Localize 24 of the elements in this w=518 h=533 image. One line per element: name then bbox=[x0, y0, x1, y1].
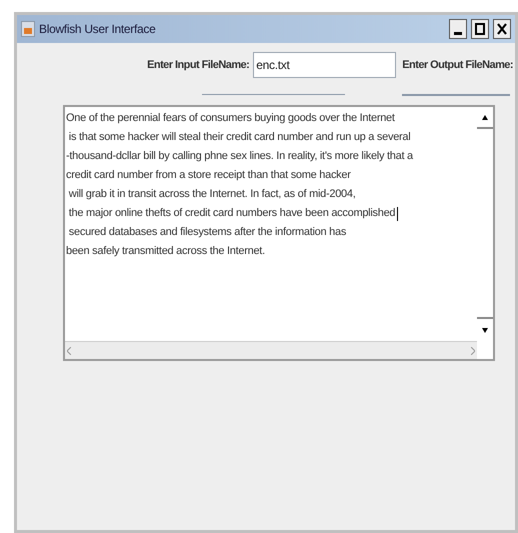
window-title: Blowfish User Interface bbox=[39, 21, 156, 38]
maximize-button[interactable] bbox=[471, 19, 489, 39]
input-filename-label: Enter Input FileName: bbox=[147, 58, 250, 73]
text-area[interactable] bbox=[63, 105, 495, 361]
close-icon bbox=[497, 23, 507, 35]
text-line: is that some hacker will steal their credit card number and run up a several bbox=[68, 130, 410, 146]
close-button[interactable] bbox=[493, 19, 511, 39]
up-arrow-icon bbox=[482, 114, 488, 120]
minimize-button[interactable] bbox=[449, 19, 467, 39]
scroll-up-button[interactable] bbox=[477, 107, 493, 129]
text-line: been safely transmitted across the Internet. bbox=[66, 244, 265, 260]
text-line: the major online thefts of credit card numbers have been accomplished bbox=[68, 206, 396, 222]
text-line: secured databases and filesystems after the information has bbox=[68, 225, 346, 240]
output-filename-label: Enter Output FileName: bbox=[402, 58, 513, 73]
vertical-scrollbar[interactable] bbox=[477, 107, 493, 341]
app-icon bbox=[21, 21, 35, 37]
down-arrow-icon bbox=[482, 328, 488, 332]
scroll-thumb[interactable] bbox=[477, 129, 493, 319]
text-line: credit card number from a store receipt than that some hacker bbox=[66, 168, 351, 184]
horizontal-scrollbar[interactable] bbox=[65, 341, 477, 359]
input-filename-field[interactable]: enc.txt bbox=[253, 52, 396, 78]
text-line: One of the perennial fears of consumers buying goods over the Internet bbox=[66, 111, 395, 126]
text-line: will grab it in transit across the Internet. In fact, as of mid-2004, bbox=[68, 187, 356, 202]
text-line: -thousand-dcllar bill by calling phne sex lines. In reality, it's more likely that a bbox=[66, 149, 413, 164]
